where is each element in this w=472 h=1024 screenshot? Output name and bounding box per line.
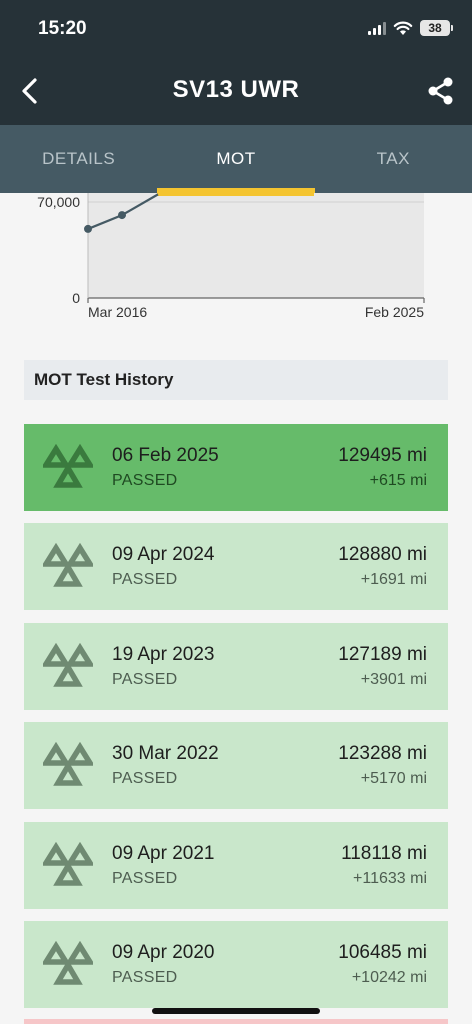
signal-icon [368, 21, 386, 35]
page-title: SV13 UWR [172, 76, 300, 103]
mot-mileage-diff: +11633 mi [353, 869, 427, 887]
tab-bar: DETAILS MOT TAX [0, 125, 472, 193]
mot-history-header: MOT Test History [24, 360, 448, 400]
mot-status: PASSED [112, 571, 178, 589]
mot-triangles-icon [43, 642, 93, 687]
tab-label: TAX [376, 149, 410, 168]
section-title: MOT Test History [34, 370, 174, 389]
mot-date: 30 Mar 2022 [112, 743, 219, 765]
mileage-chart-svg: 70,000 0 Mar 2016 Feb 2025 [37, 193, 425, 320]
mot-mileage: 118118 mi [341, 842, 427, 864]
mot-mileage: 106485 mi [338, 941, 427, 963]
battery-icon: 38 [420, 20, 453, 36]
mot-history-item[interactable]: 09 Apr 2020 PASSED 106485 mi +10242 mi [24, 920, 448, 1008]
status-time: 15:20 [38, 18, 87, 39]
tab-tax[interactable]: TAX [315, 125, 472, 193]
mot-mileage-diff: +615 mi [369, 472, 427, 489]
data-point [118, 211, 126, 220]
mot-mileage: 127189 mi [338, 643, 427, 665]
plot-area [88, 193, 424, 298]
home-indicator[interactable] [152, 1008, 320, 1014]
mot-triangles-icon [43, 940, 93, 985]
mot-date: 09 Apr 2024 [112, 544, 215, 566]
tab-label: MOT [216, 149, 256, 168]
mot-mileage-diff: +5170 mi [360, 770, 427, 788]
app-header: 15:20 38 SV13 UWR [0, 0, 472, 125]
next-mot-item-peek [24, 1019, 448, 1024]
mot-mileage-diff: +1691 mi [360, 571, 427, 589]
mot-date: 06 Feb 2025 [112, 445, 219, 466]
mot-status: PASSED [112, 968, 178, 986]
mot-date: 09 Apr 2020 [112, 941, 215, 963]
mileage-chart: 70,000 0 Mar 2016 Feb 2025 [0, 193, 472, 333]
mot-status: PASSED [112, 770, 178, 788]
x-tick-label: Mar 2016 [88, 304, 147, 320]
mot-mileage-diff: +3901 mi [360, 670, 427, 688]
mot-history-item[interactable]: 06 Feb 2025 PASSED 129495 mi +615 mi [24, 424, 448, 511]
mot-mileage: 129495 mi [338, 445, 427, 466]
wifi-icon [393, 21, 413, 35]
mot-date: 19 Apr 2023 [112, 643, 215, 665]
mot-triangles-icon [43, 444, 93, 488]
mot-date: 09 Apr 2021 [112, 842, 215, 864]
tab-label: DETAILS [42, 149, 116, 168]
mot-triangles-icon [43, 543, 93, 588]
mot-history-item[interactable]: 09 Apr 2021 PASSED 118118 mi +11633 mi [24, 821, 448, 909]
y-tick-label: 0 [72, 290, 80, 306]
mot-history-item[interactable]: 30 Mar 2022 PASSED 123288 mi +5170 mi [24, 722, 448, 810]
mot-status: PASSED [112, 670, 178, 688]
mot-history-list: 06 Feb 2025 PASSED 129495 mi +615 mi 09 … [24, 424, 448, 1020]
mot-mileage: 123288 mi [338, 743, 427, 765]
tab-details[interactable]: DETAILS [0, 125, 157, 193]
mot-history-item[interactable]: 19 Apr 2023 PASSED 127189 mi +3901 mi [24, 622, 448, 710]
data-point [84, 224, 92, 233]
x-tick-label: Feb 2025 [365, 304, 424, 320]
status-icons: 38 [368, 20, 453, 36]
mot-triangles-icon [43, 742, 93, 786]
mot-status: PASSED [112, 472, 178, 489]
tab-mot[interactable]: MOT [157, 125, 315, 193]
y-tick-label: 70,000 [37, 194, 80, 210]
mot-status: PASSED [112, 869, 178, 887]
mot-mileage-diff: +10242 mi [351, 968, 427, 986]
mot-history-item[interactable]: 09 Apr 2024 PASSED 128880 mi +1691 mi [24, 523, 448, 611]
mot-triangles-icon [43, 841, 93, 886]
share-icon [428, 77, 453, 105]
share-button[interactable] [426, 76, 456, 106]
mot-mileage: 128880 mi [338, 544, 427, 566]
